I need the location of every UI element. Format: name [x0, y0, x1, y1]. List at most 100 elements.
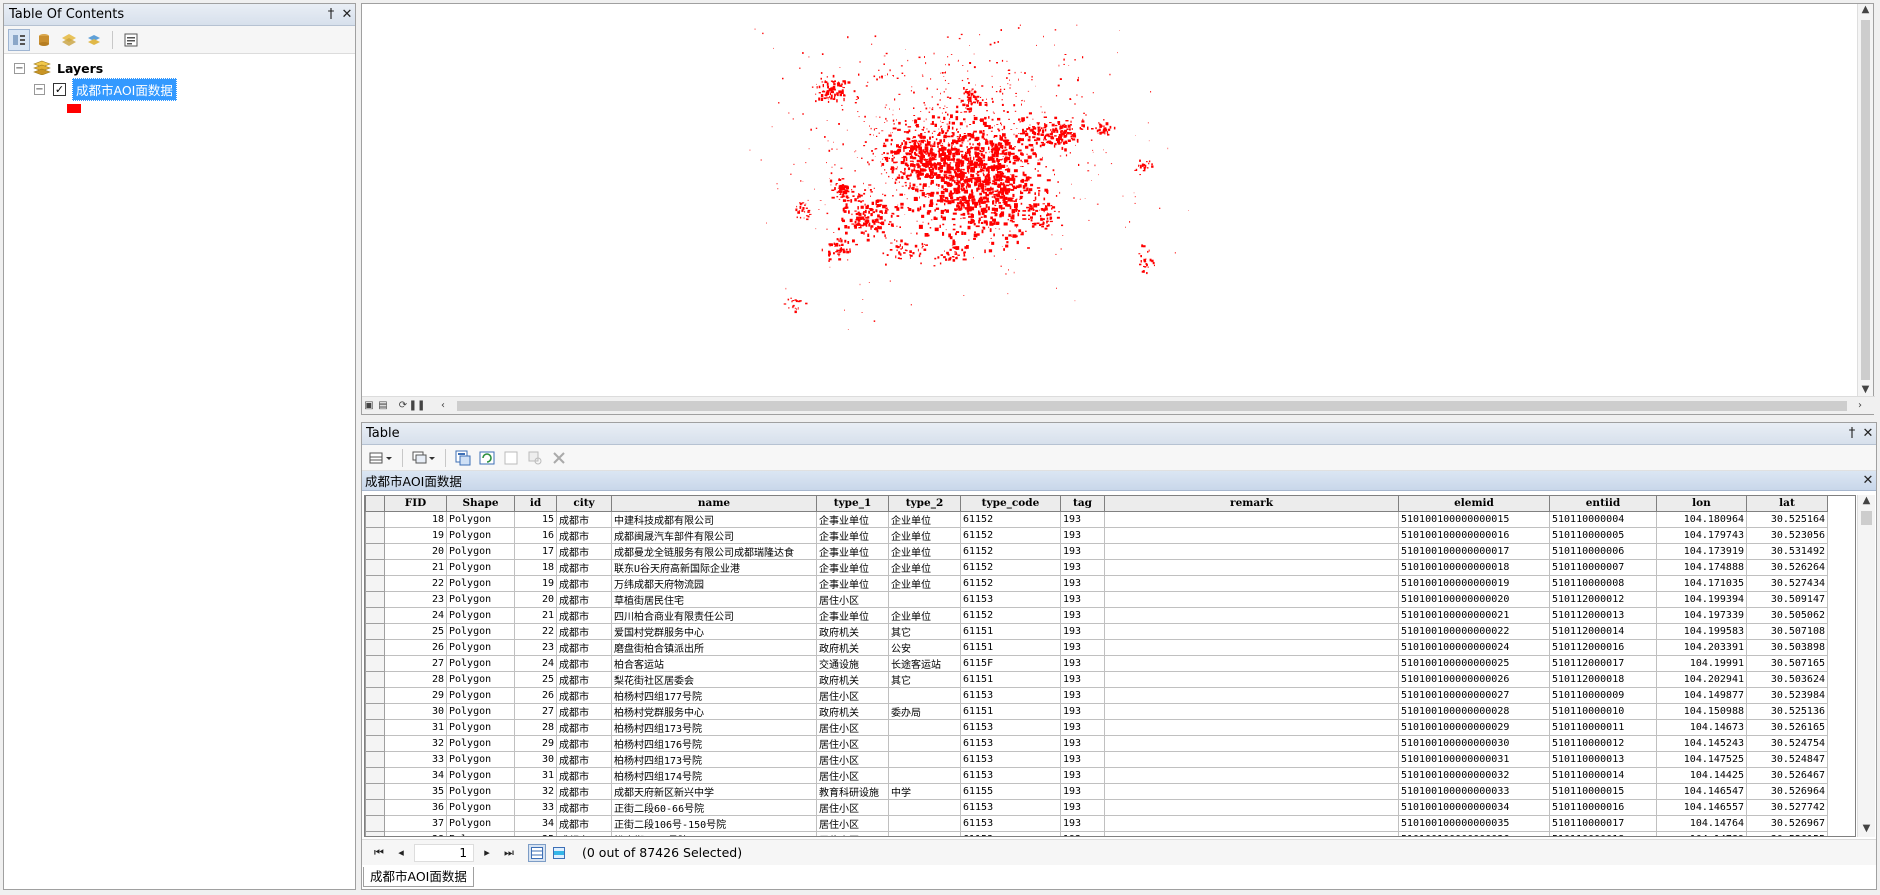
cell-fid[interactable]: 34: [384, 766, 447, 784]
cell-type-1[interactable]: 居住小区: [816, 590, 889, 608]
cell-remark[interactable]: [1104, 590, 1399, 608]
cell-elemid[interactable]: 510100100000000021: [1398, 606, 1550, 624]
column-header-id[interactable]: id: [514, 496, 557, 512]
cell-remark[interactable]: [1104, 766, 1399, 784]
cell-name[interactable]: 正街二段106号-150号院: [611, 814, 817, 832]
cell-type-code[interactable]: 61152: [960, 558, 1061, 576]
cell-name[interactable]: 柏杨村四组173号院: [611, 718, 817, 736]
table-row[interactable]: 25 Polygon 22 成都市 爱国村党群服务中心 政府机关 其它 61151 193 510…: [365, 622, 1828, 640]
cell-fid[interactable]: 33: [384, 750, 447, 768]
cell-type-2[interactable]: 企业单位: [888, 526, 961, 544]
cell-fid[interactable]: 35: [384, 782, 447, 800]
table-row[interactable]: 38Polygon35成都市裕农街2-64号院居住小区6115319351010…: [365, 830, 1828, 836]
cell-entiid[interactable]: 510110000018: [1549, 830, 1657, 836]
cell-tag[interactable]: 193: [1060, 782, 1105, 800]
cell-type-1[interactable]: 居住小区: [816, 798, 889, 816]
layer-visibility-checkbox[interactable]: ✓: [53, 82, 66, 96]
layer-name[interactable]: 成都市AOI面数据: [72, 77, 177, 101]
cell-id[interactable]: 19: [514, 574, 557, 592]
map-view[interactable]: ▲ ▼ ▣ ▤ ⟳ ❚❚ ‹ ›: [361, 3, 1875, 415]
cell-id[interactable]: 33: [514, 798, 557, 816]
cell-type-1[interactable]: 政府机关: [816, 670, 889, 688]
cell-remark[interactable]: [1104, 702, 1399, 720]
table-row[interactable]: 37 Polygon 34 成都市 正街二段106号-150号院 居住小区 61153 193…: [365, 814, 1828, 832]
cell-city[interactable]: 成都市: [556, 654, 612, 672]
cell-id[interactable]: 29: [514, 734, 557, 752]
cell-type-code[interactable]: 61152: [960, 542, 1061, 560]
cell-elemid[interactable]: 510100100000000030: [1398, 734, 1550, 752]
table-row[interactable]: 32 Polygon 29 成都市 柏杨村四组176号院 居住小区 61153 193 5101…: [365, 734, 1828, 752]
cell-entiid[interactable]: 510110000007: [1549, 558, 1657, 576]
cell-city[interactable]: 成都市: [556, 734, 612, 752]
cell-remark[interactable]: [1104, 526, 1399, 544]
cell-tag[interactable]: 193: [1060, 750, 1105, 768]
cell-name[interactable]: 柏杨村四组177号院: [611, 686, 817, 704]
cell-shape[interactable]: Polygon: [446, 798, 515, 816]
cell-type-1[interactable]: 政府机关: [816, 622, 889, 640]
cell-type-2[interactable]: 其它: [888, 622, 961, 640]
cell-remark[interactable]: [1104, 622, 1399, 640]
cell-name[interactable]: 柏杨村四组174号院: [611, 766, 817, 784]
column-header-type-code[interactable]: type_code: [960, 496, 1061, 512]
cell-fid[interactable]: 31: [384, 718, 447, 736]
scroll-up-icon[interactable]: ▲: [1858, 495, 1875, 509]
table-options-icon[interactable]: [366, 447, 396, 469]
table-row[interactable]: 33 Polygon 30 成都市 柏杨村四组173号院 居住小区 61153 193 5101…: [365, 750, 1828, 768]
cell-id[interactable]: 30: [514, 750, 557, 768]
cell-fid[interactable]: 26: [384, 638, 447, 656]
select-by-attributes-icon[interactable]: [452, 447, 474, 469]
cell-entiid[interactable]: 510110000012: [1549, 734, 1657, 752]
cell-lat[interactable]: 30.509147: [1746, 590, 1828, 608]
cell-id[interactable]: 26: [514, 686, 557, 704]
cell-lon[interactable]: 104.14425: [1656, 766, 1747, 784]
cell-tag[interactable]: 193: [1060, 766, 1105, 784]
cell-lon[interactable]: 104.202941: [1656, 670, 1747, 688]
layout-view-icon[interactable]: ▤: [376, 399, 390, 413]
cell-id[interactable]: 15: [514, 510, 557, 528]
cell-city[interactable]: 成都市: [556, 798, 612, 816]
cell-name[interactable]: 正街二段60-66号院: [611, 798, 817, 816]
cell-type-1[interactable]: 企事业单位: [816, 542, 889, 560]
cell-type-2[interactable]: 中学: [888, 782, 961, 800]
cell-elemid[interactable]: 510100100000000025: [1398, 654, 1550, 672]
cell-city[interactable]: 成都市: [556, 606, 612, 624]
cell-id[interactable]: 34: [514, 814, 557, 832]
cell-type-2[interactable]: [888, 830, 961, 836]
cell-type-code[interactable]: 61151: [960, 670, 1061, 688]
pause-drawing-icon[interactable]: ❚❚: [409, 399, 426, 413]
cell-type-2[interactable]: [888, 798, 961, 816]
row-selector[interactable]: [365, 718, 385, 736]
cell-name[interactable]: 成都曼龙全链服务有限公司成都瑞隆达食: [611, 542, 817, 560]
pin-icon[interactable]: †: [1844, 426, 1860, 441]
layer-row[interactable]: − ✓ 成都市AOI面数据: [4, 77, 355, 101]
cell-type-code[interactable]: 61152: [960, 526, 1061, 544]
cell-name[interactable]: 柏杨村四组173号院: [611, 750, 817, 768]
row-selector[interactable]: [365, 638, 385, 656]
cell-fid[interactable]: 29: [384, 686, 447, 704]
data-view-icon[interactable]: ▣: [362, 399, 376, 413]
cell-city[interactable]: 成都市: [556, 830, 612, 836]
list-by-selection-icon[interactable]: [83, 29, 105, 51]
cell-name[interactable]: 爱国村党群服务中心: [611, 622, 817, 640]
cell-type-1[interactable]: 政府机关: [816, 638, 889, 656]
cell-shape[interactable]: Polygon: [446, 606, 515, 624]
cell-fid[interactable]: 22: [384, 574, 447, 592]
cell-lon[interactable]: 104.179743: [1656, 526, 1747, 544]
cell-lat[interactable]: 30.503624: [1746, 670, 1828, 688]
cell-entiid[interactable]: 510110000009: [1549, 686, 1657, 704]
cell-remark[interactable]: [1104, 814, 1399, 832]
cell-type-1[interactable]: 教育科研设施: [816, 782, 889, 800]
column-header-elemid[interactable]: elemid: [1398, 496, 1550, 512]
table-row[interactable]: 18 Polygon 15 成都市 中建科技成都有限公司 企事业单位 企业单位 61152 19…: [365, 510, 1828, 528]
cell-lon[interactable]: 104.174888: [1656, 558, 1747, 576]
column-header-city[interactable]: city: [556, 496, 612, 512]
cell-entiid[interactable]: 510110000013: [1549, 750, 1657, 768]
row-selector[interactable]: [365, 734, 385, 752]
row-selector[interactable]: [365, 814, 385, 832]
cell-elemid[interactable]: 510100100000000016: [1398, 526, 1550, 544]
cell-entiid[interactable]: 510112000012: [1549, 590, 1657, 608]
switch-selection-icon[interactable]: [476, 447, 498, 469]
cell-id[interactable]: 20: [514, 590, 557, 608]
cell-remark[interactable]: [1104, 798, 1399, 816]
cell-shape[interactable]: Polygon: [446, 590, 515, 608]
